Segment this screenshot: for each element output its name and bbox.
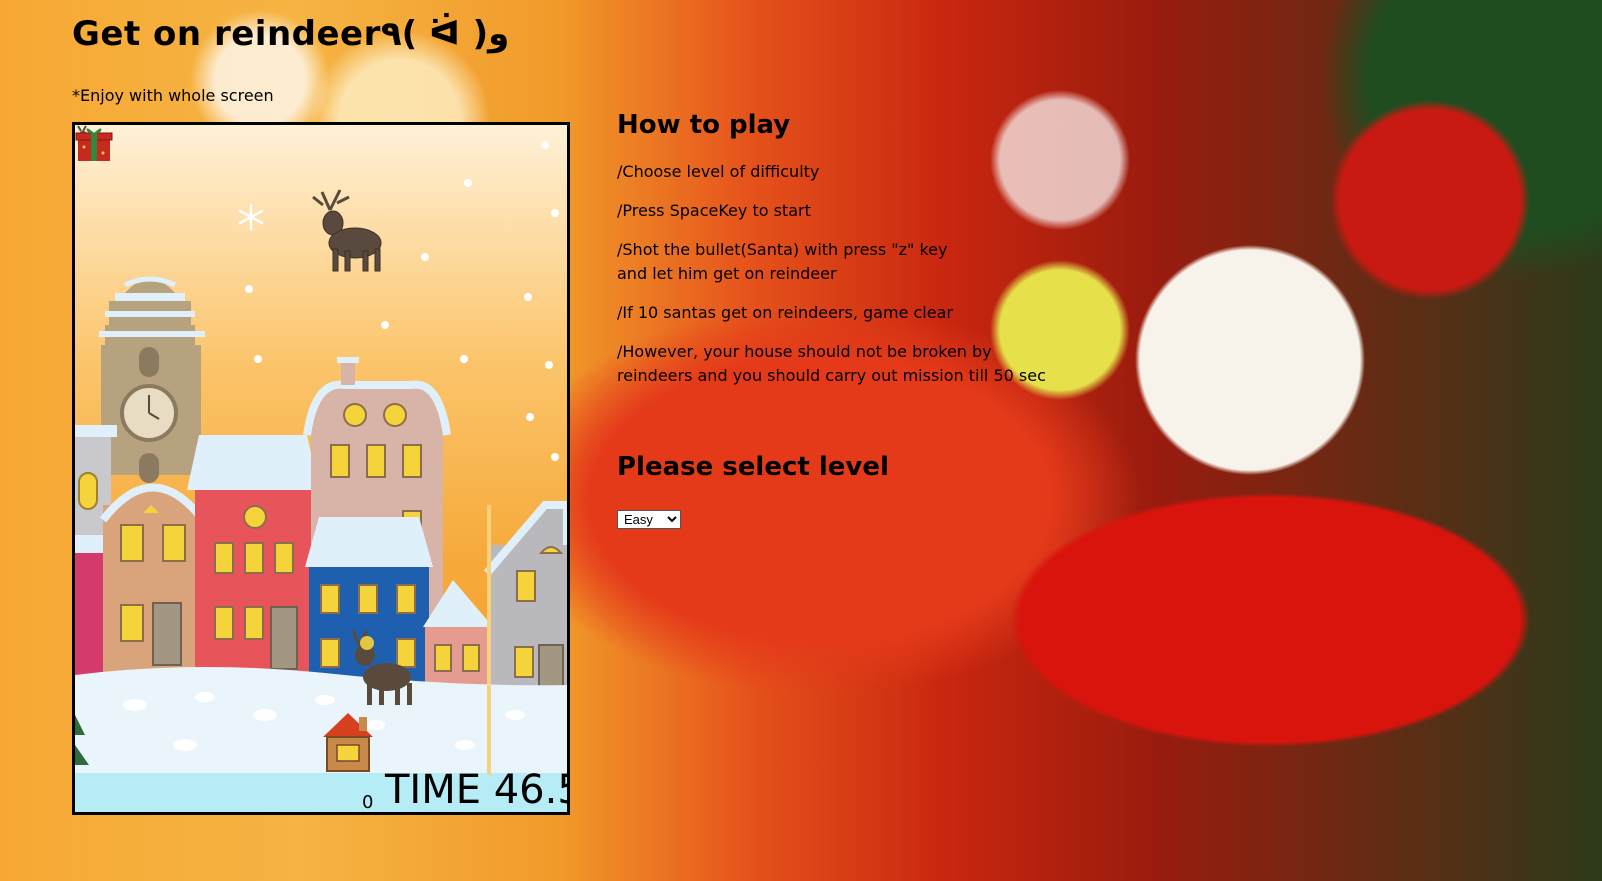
house-red <box>187 435 319 685</box>
game-canvas[interactable]: 0 TIME 46.5 <box>72 122 570 815</box>
page-title: Get on reindeer٩( ᐛ )و <box>72 14 510 54</box>
house-gray <box>483 501 567 715</box>
instruction-5: /However, your house should not be broke… <box>617 340 1077 388</box>
santa-count: 0 <box>362 792 374 813</box>
reindeer-enemy-top <box>312 189 382 272</box>
house-tan <box>99 483 207 675</box>
how-to-play-panel: How to play /Choose level of difficulty … <box>617 110 1077 403</box>
level-select[interactable]: Easy <box>617 510 681 529</box>
instruction-4: /If 10 santas get on reindeers, game cle… <box>617 303 953 322</box>
instruction-3a: /Shot the bullet(Santa) with press "z" k… <box>617 240 948 259</box>
time-display: TIME 46.5 <box>385 767 570 813</box>
level-heading: Please select level <box>617 452 889 482</box>
fullscreen-note: *Enjoy with whole screen <box>72 86 274 105</box>
instruction-3: /Shot the bullet(Santa) with press "z" k… <box>617 238 1077 286</box>
clock-tower <box>99 276 205 483</box>
instruction-5b: reindeers and you should carry out missi… <box>617 366 1046 385</box>
how-to-play-heading: How to play <box>617 110 791 140</box>
instruction-1: /Choose level of difficulty <box>617 162 820 181</box>
instruction-3b: and let him get on reindeer <box>617 264 837 283</box>
gift-icon <box>75 128 113 161</box>
snowflake-icon <box>238 203 264 231</box>
game-scene <box>75 141 567 812</box>
instruction-2: /Press SpaceKey to start <box>617 201 811 220</box>
house-blue <box>305 517 433 693</box>
instruction-5a: /However, your house should not be broke… <box>617 342 992 361</box>
